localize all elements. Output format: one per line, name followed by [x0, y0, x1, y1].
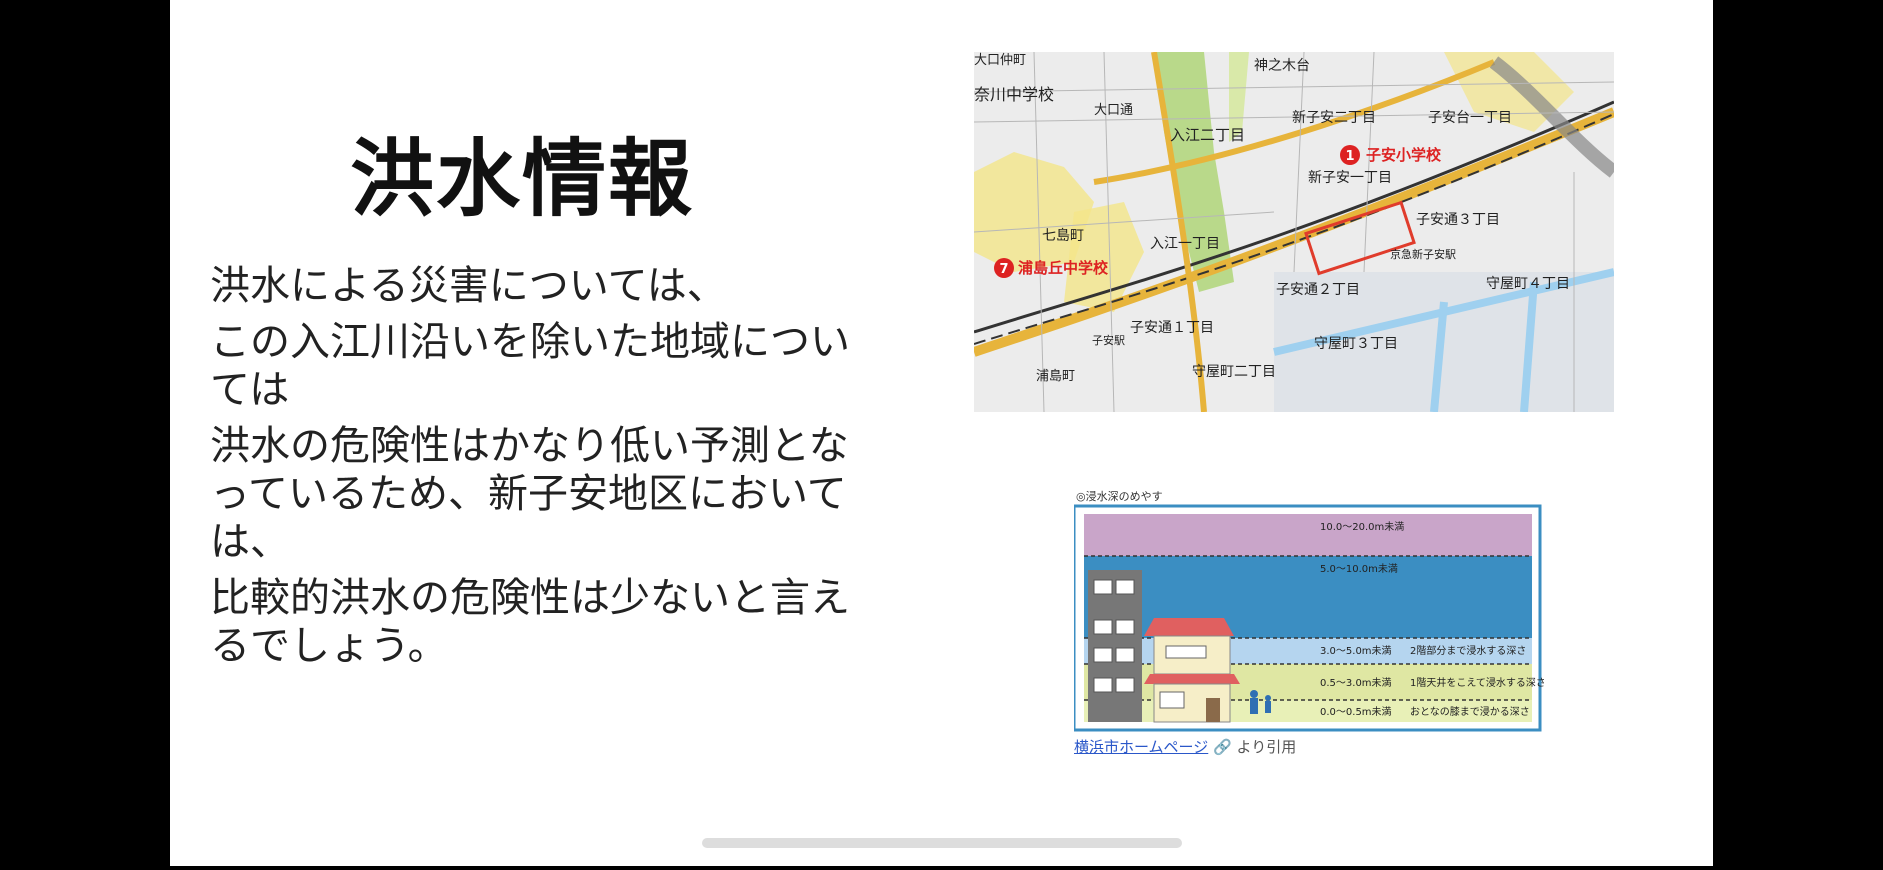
map-label-koyasu-station: 子安駅	[1092, 333, 1125, 347]
map-label-oguchi: 大口通	[1094, 103, 1133, 118]
level-label-4: 0.5～3.0m未満	[1320, 677, 1392, 689]
map-label-moriyacho-2: 守屋町二丁目	[1192, 364, 1276, 380]
citation-link[interactable]: 横浜市ホームページ	[1074, 738, 1208, 756]
paragraph-4: 比較的洪水の危険性は少ないと言えるでしょう。	[210, 575, 850, 669]
level-label-1: 10.0～20.0m未満	[1320, 521, 1404, 533]
map-svg: 1 7 大口仲町 奈川中学校 大口通 神之木台 入江二丁目 新子安二丁目 子安台…	[974, 52, 1614, 412]
bottom-border	[0, 866, 1883, 870]
map-label-kanagawa-jhs: 奈川中学校	[974, 85, 1054, 104]
map-label-shinkoyasu-1: 新子安一丁目	[1308, 170, 1392, 186]
citation: 横浜市ホームページ 🔗 より引用	[1074, 736, 1296, 757]
level-note-4: 1階天井をこえて浸水する深さ	[1410, 676, 1544, 689]
level-note-5: おとなの膝まで浸かる深さ	[1410, 705, 1530, 718]
map-label-koyasudori-1: 子安通１丁目	[1130, 320, 1214, 336]
level-label-3: 3.0～5.0m未満	[1320, 645, 1392, 657]
level-label-2: 5.0～10.0m未満	[1320, 563, 1398, 575]
diagram-svg: ◎浸水深のめやす 10.0～20.0m未満 5.0～10.0m未満 3.0～5.…	[1072, 490, 1546, 732]
level-note-3: 2階部分まで浸水する深さ	[1410, 644, 1526, 657]
map-label-urashimaoka-jhs: 浦島丘中学校	[1018, 259, 1109, 277]
map-label-moriyacho-4: 守屋町４丁目	[1486, 276, 1570, 292]
level-label-5: 0.0～0.5m未満	[1320, 706, 1392, 718]
slide: 洪水情報 洪水による災害については、 この入江川沿いを除いた地域については 洪水…	[170, 0, 1713, 866]
map-label-urashima: 浦島町	[1036, 369, 1075, 384]
horizontal-scrollbar[interactable]	[702, 838, 1182, 848]
paragraph-1: 洪水による災害については、	[210, 263, 727, 309]
map-label-kaminokidai: 神之木台	[1254, 58, 1310, 74]
map-label-koyasudori-2: 子安通２丁目	[1276, 282, 1360, 298]
map-label-keikyu-shinkoyasu: 京急新子安駅	[1390, 247, 1456, 261]
map-label-irie-2: 入江二丁目	[1170, 126, 1245, 144]
diagram-caption: ◎浸水深のめやす	[1076, 490, 1163, 503]
slide-body: 洪水による災害については、 この入江川沿いを除いた地域については 洪水の危険性は…	[210, 262, 850, 678]
link-icon: 🔗	[1213, 738, 1232, 756]
map-label-shinkoyasu-2: 新子安二丁目	[1292, 110, 1376, 126]
paragraph-2: この入江川沿いを除いた地域については	[210, 319, 850, 413]
map-label-irie-1: 入江一丁目	[1150, 236, 1220, 252]
area-map: 1 7 大口仲町 奈川中学校 大口通 神之木台 入江二丁目 新子安二丁目 子安台…	[974, 52, 1614, 412]
map-label-nanashima: 七島町	[1042, 228, 1084, 244]
marker-1: 1	[1345, 149, 1354, 164]
map-label-koyasudori-3: 子安通３丁目	[1416, 212, 1500, 228]
paragraph-3: 洪水の危険性はかなり低い予測となっているため、新子安地区においては、	[210, 423, 849, 565]
slide-title: 洪水情報	[350, 130, 695, 228]
map-label-koyasu-es: 子安小学校	[1366, 146, 1442, 164]
map-label-oguchi-nakamachi: 大口仲町	[974, 53, 1026, 68]
flood-depth-diagram: ◎浸水深のめやす 10.0～20.0m未満 5.0～10.0m未満 3.0～5.…	[1072, 488, 1546, 758]
map-label-moriyacho-3: 守屋町３丁目	[1314, 336, 1398, 352]
citation-suffix: より引用	[1236, 738, 1297, 756]
map-label-koyasudai-1: 子安台一丁目	[1428, 110, 1512, 126]
marker-7: 7	[999, 262, 1008, 277]
